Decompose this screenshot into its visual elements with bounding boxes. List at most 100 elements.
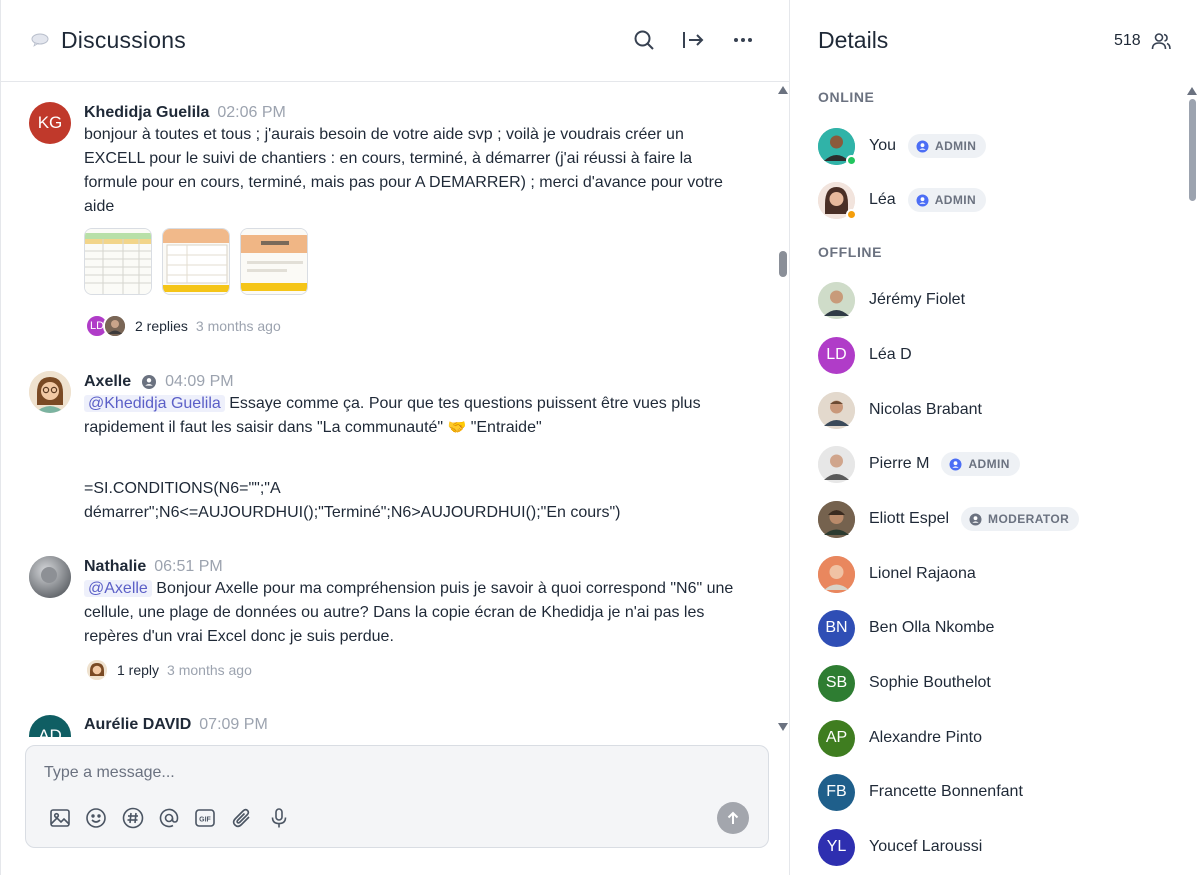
member-item[interactable]: AP Alexandre Pinto [818,718,1178,758]
gif-button[interactable]: GIF [192,805,218,831]
message-header: Nathalie 06:51 PM [84,556,223,578]
scroll-up-arrow-icon[interactable] [1187,87,1197,95]
more-options-button[interactable] [730,27,756,53]
member-count: 518 [1114,32,1141,49]
member-name: Lionel Rajaona [869,565,976,582]
reply-avatar [103,314,127,338]
message-text: @Axelle Bonjour Axelle pour ma compréhen… [84,580,734,645]
moderator-shield-icon [969,513,982,525]
avatar [818,127,857,166]
member-item[interactable]: Pierre M ADMIN [818,444,1178,484]
attachment-thumbnail[interactable] [162,228,230,295]
message: AD Aurélie DAVID 07:09 PM [1,714,771,737]
gif-icon: GIF [195,809,215,827]
member-name: Jérémy Fiolet [869,291,966,308]
scroll-down-arrow-icon[interactable] [778,723,788,731]
member-item[interactable]: Nicolas Brabant [818,390,1178,430]
search-button[interactable] [631,27,657,53]
avatar [818,181,857,220]
details-scrollbar[interactable] [1185,85,1199,875]
scroll-up-arrow-icon[interactable] [778,86,788,94]
reply-count[interactable]: 2 replies [135,318,188,334]
message: Axelle 04:09 PM @Khedidja Guelila Essaye… [1,371,771,531]
mention-link[interactable]: @Khedidja Guelila [84,395,225,412]
image-icon [50,809,70,827]
avatar[interactable] [29,371,71,413]
hashtag-button[interactable] [120,805,146,831]
member-item[interactable]: Jérémy Fiolet [818,280,1178,320]
member-item[interactable]: Léa ADMIN [818,180,1178,220]
message-header: Aurélie DAVID 07:09 PM [84,714,268,736]
discussions-panel: Discussions KG Khedidja Guelila 02:06 PM… [0,0,790,875]
member-item[interactable]: SB Sophie Bouthelot [818,663,1178,703]
avatar-initials: KG [37,113,63,132]
close-panel-button[interactable] [680,27,706,53]
member-item[interactable]: LD Léa D [818,335,1178,375]
message-text: @Khedidja Guelila Essaye comme ça. Pour … [84,395,701,436]
feed-scrollbar[interactable] [776,85,790,735]
avatar-initials: AD [38,726,62,737]
mention-link[interactable]: @Axelle [84,580,152,597]
emoji-icon [86,808,106,828]
attachment-thumbnail[interactable] [240,228,308,295]
role-badge: ADMIN [907,188,987,212]
avatar: AP [818,719,855,757]
message-feed[interactable]: KG Khedidja Guelila 02:06 PM bonjour à t… [1,83,790,737]
avatar [818,391,855,429]
details-title: Details [818,27,889,53]
member-item[interactable]: FB Francette Bonnenfant [818,772,1178,812]
member-name: Léa D [869,346,912,363]
author-name[interactable]: Khedidja Guelila [84,104,209,122]
emoji-button[interactable] [83,805,109,831]
member-item[interactable]: You ADMIN [818,126,1178,166]
reply-time: 3 months ago [195,318,281,334]
offline-section-label: OFFLINE [818,244,883,260]
away-status-dot [846,208,857,220]
attachment-thumbnail[interactable] [84,228,152,295]
avatar[interactable]: KG [29,102,71,144]
thread-replies[interactable]: LD 2 replies 3 months ago [85,314,281,338]
avatar: FB [818,773,855,811]
avatar[interactable] [29,556,71,598]
online-status-dot [846,154,857,166]
member-item[interactable]: Eliott Espel MODERATOR [818,499,1178,539]
role-badge: MODERATOR [961,507,1080,531]
attach-button[interactable] [229,805,255,831]
voice-button[interactable] [266,805,292,831]
role-badge: ADMIN [908,134,987,158]
avatar: LD [818,336,855,374]
member-name: Eliott Espel [869,510,950,527]
avatar: BN [818,609,855,647]
member-item[interactable]: Lionel Rajaona [818,554,1178,594]
reply-count[interactable]: 1 reply [117,662,159,678]
member-name: Youcef Laroussi [869,838,983,855]
thread-replies[interactable]: 1 reply 3 months ago [85,658,252,682]
exit-panel-icon [683,32,704,48]
member-item[interactable]: BN Ben Olla Nkombe [818,608,1178,648]
handshake-emoji: 🤝 [447,419,467,436]
member-name: You [869,137,896,154]
message-input[interactable] [44,762,644,784]
message-time: 02:06 PM [217,104,286,121]
member-name: Nicolas Brabant [869,401,982,418]
member-item[interactable]: YL Youcef Laroussi [818,827,1178,867]
author-name[interactable]: Nathalie [84,558,146,576]
image-button[interactable] [47,805,73,831]
avatar [818,445,855,483]
mention-button[interactable] [156,805,182,831]
arrow-up-icon [727,811,739,824]
author-name[interactable]: Axelle [84,373,131,391]
send-button[interactable] [717,802,749,834]
details-panel: Details 518 ONLINE You ADMIN Léa ADMIN O… [790,0,1200,875]
member-name: Francette Bonnenfant [869,783,1023,800]
member-name: Sophie Bouthelot [869,674,991,691]
attachments [84,228,308,295]
member-name: Pierre M [869,455,930,472]
avatar [818,555,855,593]
scrollbar-thumb[interactable] [779,251,787,277]
members-icon[interactable] [1150,30,1172,52]
avatar[interactable]: AD [29,715,71,737]
scrollbar-thumb[interactable] [1189,99,1196,201]
formula-text: =SI.CONDITIONS(N6="";"A démarrer";N6<=AU… [84,480,621,521]
author-name[interactable]: Aurélie DAVID [84,716,191,734]
